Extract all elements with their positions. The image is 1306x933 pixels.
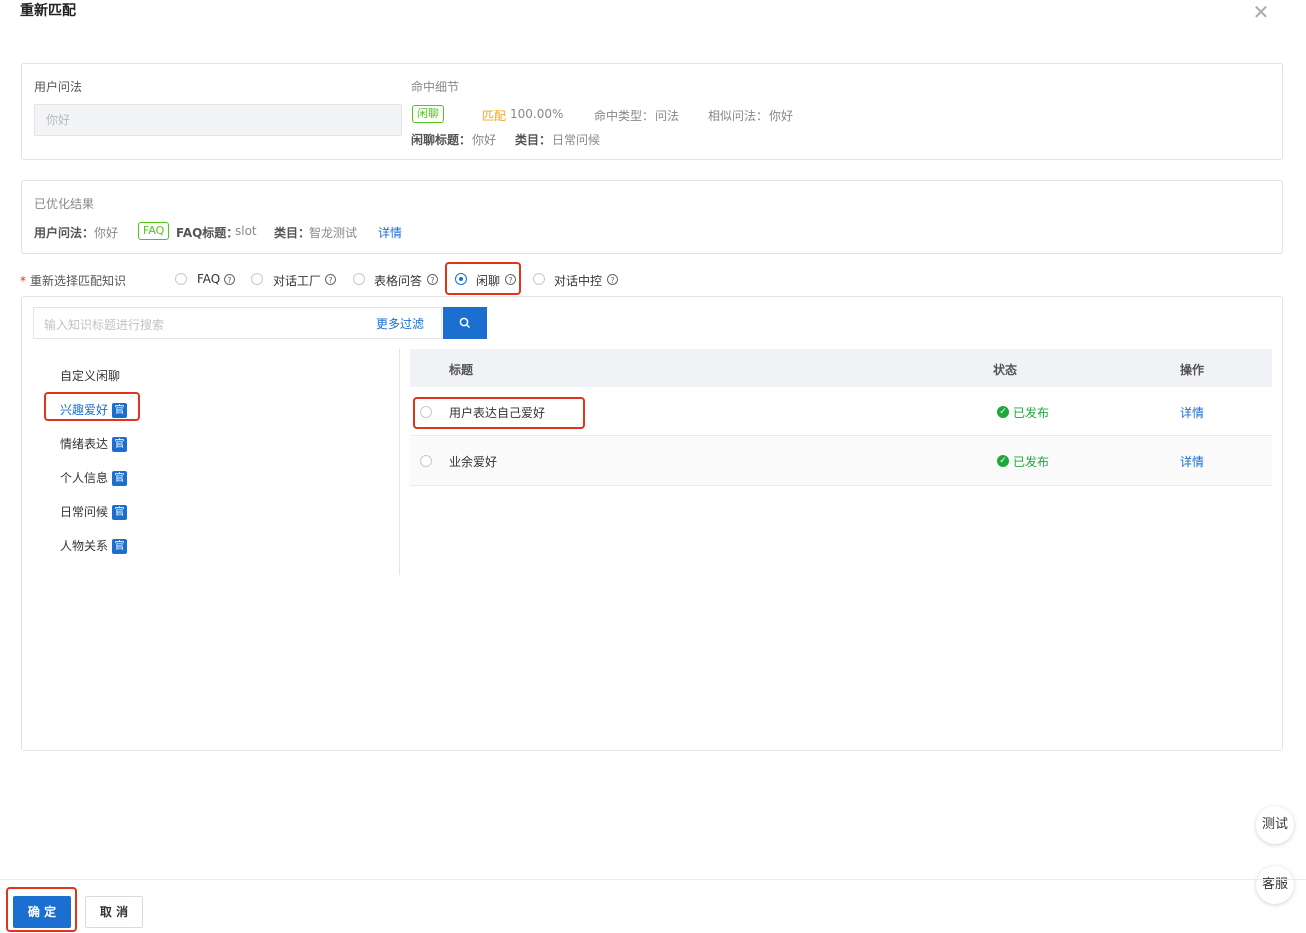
test-button[interactable]: 测试 <box>1256 806 1294 844</box>
category-item[interactable]: 个人信息官 <box>60 470 128 486</box>
help-icon: ? <box>224 274 235 285</box>
search-button[interactable] <box>443 307 487 339</box>
similar-query-value: 你好 <box>769 109 794 123</box>
category-item[interactable]: 日常问候官 <box>60 504 128 520</box>
more-filter-link[interactable]: 更多过滤 <box>376 315 424 332</box>
cancel-button[interactable]: 取 消 <box>85 896 143 928</box>
radio-table-qa[interactable] <box>353 273 365 285</box>
category-item[interactable]: 情绪表达官 <box>60 436 128 452</box>
check-circle-icon: ✓ <box>997 455 1009 467</box>
faq-tag: FAQ <box>138 222 170 240</box>
search-placeholder: 输入知识标题进行搜索 <box>44 318 165 332</box>
highlight-box <box>445 262 521 295</box>
customer-service-button[interactable]: 客服 <box>1256 866 1294 904</box>
radio-faq-label: FAQ <box>197 272 221 286</box>
help-icon: ? <box>607 274 618 285</box>
hit-category-label: 类目： <box>515 133 552 147</box>
radio-dialog-factory-label: 对话工厂 <box>273 274 322 288</box>
hit-category-value: 日常问候 <box>552 133 601 147</box>
column-header-action: 操作 <box>1180 363 1205 377</box>
optimized-category-label: 类目： <box>274 226 311 240</box>
optimized-category-value: 智龙测试 <box>309 226 358 240</box>
hit-detail-label: 命中细节 <box>411 80 460 94</box>
table-header <box>410 349 1272 387</box>
optimized-result-label: 已优化结果 <box>34 197 95 211</box>
row-status: 已发布 <box>1013 455 1050 469</box>
category-label: 个人信息 <box>60 471 109 485</box>
search-input[interactable]: 输入知识标题进行搜索 更多过滤 <box>33 307 442 339</box>
category-item[interactable]: 自定义闲聊 <box>60 368 120 384</box>
radio-dialog-control[interactable] <box>533 273 545 285</box>
row-status: 已发布 <box>1013 406 1050 420</box>
radio-dialog-control-label: 对话中控 <box>554 274 603 288</box>
required-mark: * <box>20 274 26 288</box>
optimized-detail-link[interactable]: 详情 <box>378 224 402 241</box>
category-label: 情绪表达 <box>60 437 109 451</box>
reselect-label: 重新选择匹配知识 <box>30 274 127 288</box>
column-header-status: 状态 <box>993 363 1018 377</box>
category-label: 人物关系 <box>60 539 109 553</box>
optimized-query-label: 用户问法： <box>34 226 95 240</box>
row-detail-link[interactable]: 详情 <box>1180 453 1204 470</box>
radio-table-qa-label: 表格问答 <box>374 274 423 288</box>
official-badge: 官 <box>112 539 128 554</box>
faq-title-value: slot <box>235 224 257 238</box>
category-item[interactable]: 人物关系官 <box>60 538 128 554</box>
row-radio[interactable] <box>420 455 432 467</box>
chat-title-label: 闲聊标题： <box>411 133 472 147</box>
help-icon: ? <box>427 274 438 285</box>
row-title: 业余爱好 <box>449 455 498 469</box>
dialog-title: 重新匹配 <box>20 3 76 19</box>
match-value: 100.00% <box>510 107 564 121</box>
chat-type-tag: 闲聊 <box>412 105 444 123</box>
user-query-input: 你好 <box>34 104 402 136</box>
official-badge: 官 <box>112 505 128 520</box>
category-divider <box>399 349 400 575</box>
optimized-query-value: 你好 <box>94 226 119 240</box>
row-detail-link[interactable]: 详情 <box>1180 404 1204 421</box>
table-row[interactable]: 业余爱好 ✓ 已发布 详情 <box>410 437 1272 486</box>
search-icon <box>459 317 471 329</box>
check-circle-icon: ✓ <box>997 406 1009 418</box>
help-icon: ? <box>325 274 336 285</box>
column-header-title: 标题 <box>449 363 474 377</box>
radio-dialog-factory[interactable] <box>251 273 263 285</box>
similar-query-label: 相似问法： <box>708 109 769 123</box>
official-badge: 官 <box>112 471 128 486</box>
highlight-box <box>6 887 77 932</box>
category-label: 自定义闲聊 <box>60 369 121 383</box>
hit-type-label: 命中类型： <box>594 109 655 123</box>
user-query-label: 用户问法 <box>34 80 83 94</box>
category-label: 日常问候 <box>60 505 109 519</box>
optimized-result-panel <box>21 180 1283 254</box>
highlight-box <box>44 392 140 421</box>
official-badge: 官 <box>112 437 128 452</box>
footer-divider <box>0 879 1306 880</box>
close-icon[interactable]: ✕ <box>1250 2 1272 24</box>
faq-title-label: FAQ标题： <box>176 226 239 240</box>
chat-title-value: 你好 <box>472 133 497 147</box>
match-label: 匹配 <box>482 109 507 123</box>
highlight-box <box>413 397 585 429</box>
radio-faq[interactable] <box>175 273 187 285</box>
hit-type-value: 问法 <box>655 109 680 123</box>
